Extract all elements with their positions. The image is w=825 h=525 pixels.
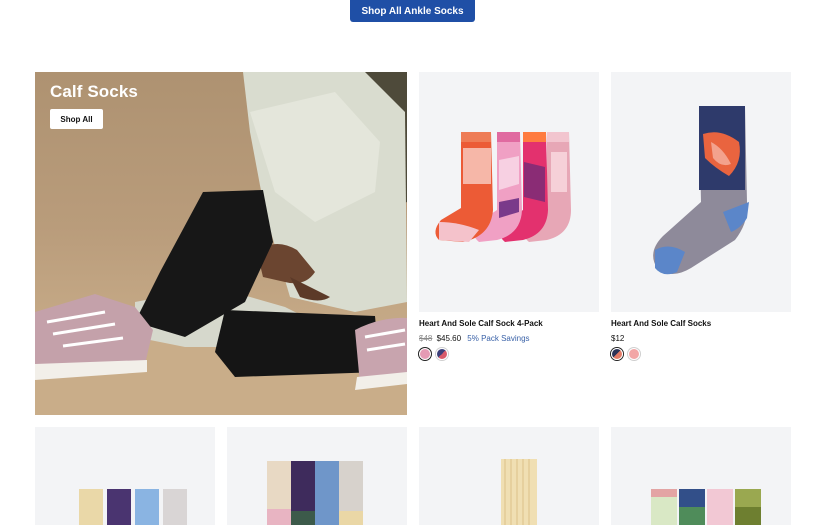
color-swatch-pink[interactable] (628, 348, 640, 360)
product-card[interactable] (419, 427, 599, 525)
product-card[interactable] (35, 427, 215, 525)
current-price: $12 (611, 334, 625, 343)
shop-all-ankle-socks-button[interactable]: Shop All Ankle Socks (350, 0, 475, 22)
color-swatch-pink[interactable] (419, 348, 431, 360)
color-swatches (611, 348, 640, 360)
product-image (651, 489, 761, 525)
product-image[interactable] (419, 72, 599, 312)
product-card[interactable] (227, 427, 407, 525)
color-swatch-navy[interactable] (611, 348, 623, 360)
pack-savings-label: 5% Pack Savings (467, 334, 530, 343)
product-image (501, 459, 537, 525)
product-card[interactable]: Heart And Sole Calf Socks $12 (611, 72, 791, 362)
product-title[interactable]: Heart And Sole Calf Sock 4-Pack (419, 319, 543, 328)
product-title[interactable]: Heart And Sole Calf Socks (611, 319, 711, 328)
product-card[interactable] (611, 427, 791, 525)
hero-title: Calf Socks (50, 82, 138, 101)
current-price: $45.60 (436, 334, 462, 343)
product-card[interactable]: Heart And Sole Calf Sock 4-Pack $48 $45.… (419, 72, 599, 362)
original-price: $48 (419, 334, 433, 343)
color-swatches (419, 348, 448, 360)
price-row: $48 $45.60 5% Pack Savings (419, 334, 530, 343)
product-image (79, 489, 187, 525)
price-row: $12 (611, 334, 628, 343)
calf-socks-hero[interactable]: Calf Socks Shop All (35, 72, 407, 415)
product-image (267, 461, 363, 525)
color-swatch-navy[interactable] (436, 348, 448, 360)
shop-all-calf-socks-button[interactable]: Shop All (50, 109, 103, 129)
product-image[interactable] (611, 72, 791, 312)
